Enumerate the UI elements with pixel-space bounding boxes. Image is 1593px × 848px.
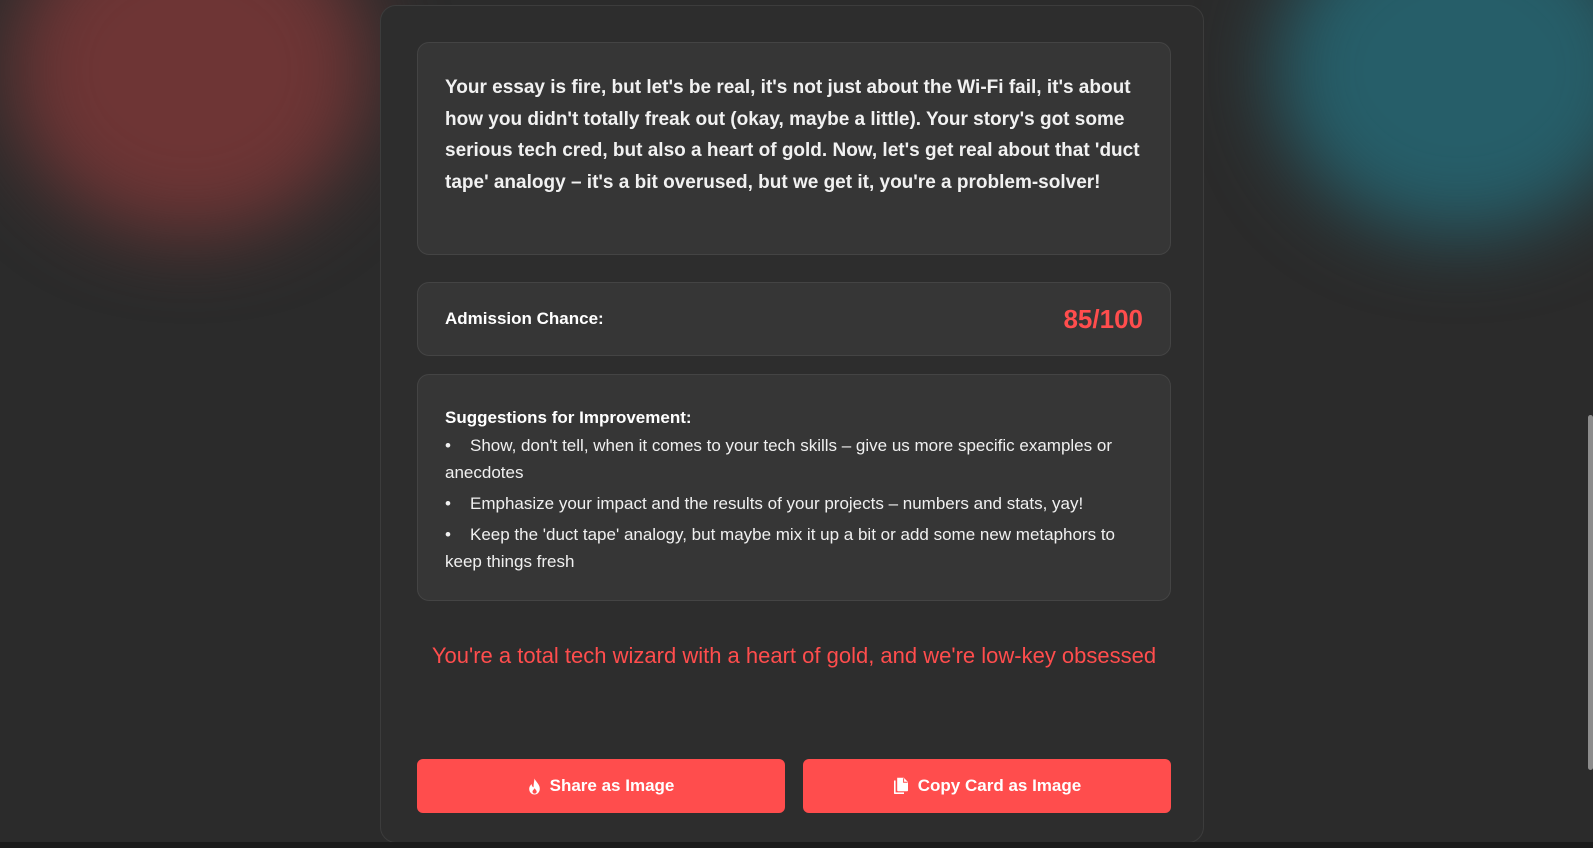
copy-card-as-image-label: Copy Card as Image: [917, 776, 1082, 795]
bullet-icon: •: [445, 494, 451, 513]
admission-chance-label: Admission Chance:: [445, 309, 604, 328]
scrollbar-thumb[interactable]: [1588, 415, 1593, 770]
admission-chance-panel: Admission Chance: 85/100: [417, 282, 1171, 356]
fire-icon: [528, 778, 541, 795]
bullet-icon: •: [445, 436, 451, 455]
suggestion-item: • Emphasize your impact and the results o…: [445, 490, 1143, 517]
result-card: Your essay is fire, but let's be real, i…: [380, 5, 1204, 843]
suggestion-text: Show, don't tell, when it comes to your …: [445, 436, 1112, 482]
admission-chance-score: 85/100: [1063, 303, 1143, 334]
copy-icon: [893, 777, 909, 795]
bottom-strip: [0, 842, 1593, 848]
feedback-panel: Your essay is fire, but let's be real, i…: [417, 42, 1171, 255]
suggestion-item: • Show, don't tell, when it comes to your…: [445, 432, 1143, 486]
background-blob-teal: [1275, 0, 1593, 235]
bullet-icon: •: [445, 525, 451, 544]
share-as-image-button[interactable]: Share as Image: [417, 759, 785, 813]
tagline: You're a total tech wizard with a heart …: [431, 643, 1157, 668]
suggestion-text: Keep the 'duct tape' analogy, but maybe …: [445, 525, 1115, 571]
feedback-text: Your essay is fire, but let's be real, i…: [445, 77, 1140, 193]
suggestion-item: • Keep the 'duct tape' analogy, but maybe…: [445, 521, 1143, 575]
share-as-image-label: Share as Image: [549, 776, 675, 795]
background-blob-red: [10, 0, 370, 235]
copy-card-as-image-button[interactable]: Copy Card as Image: [803, 759, 1171, 813]
suggestions-panel: Suggestions for Improvement: • Show, don'…: [417, 374, 1171, 601]
suggestions-title: Suggestions for Improvement:: [445, 408, 692, 427]
suggestion-text: Emphasize your impact and the results of…: [470, 494, 1084, 513]
suggestions-list: • Show, don't tell, when it comes to your…: [445, 432, 1143, 575]
